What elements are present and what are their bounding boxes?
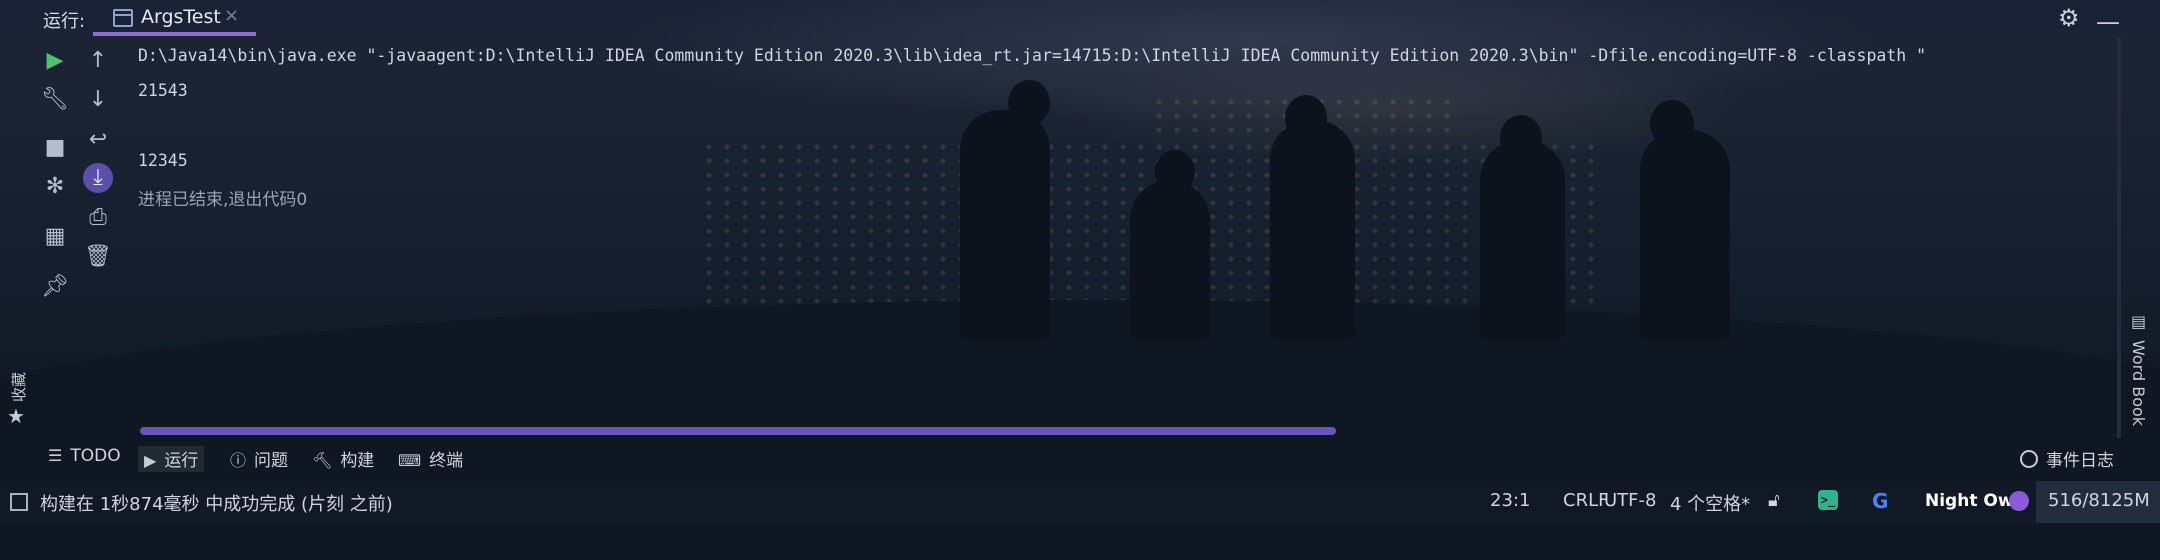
gear-icon[interactable]: ⚙ [2058,4,2080,32]
minimize-icon[interactable]: — [2096,8,2120,36]
tab-underline [93,32,256,36]
list-icon: ☰ [48,446,63,465]
print-icon[interactable]: ⎙ [83,203,113,233]
word-book-label: Word Book [2129,340,2148,427]
console-tab-icon [113,9,133,27]
vertical-scrollbar-track[interactable] [2117,38,2121,438]
memory-label: 516/8125M [2048,490,2150,511]
pin-icon[interactable]: 📌︎ [40,272,70,302]
event-log-label: 事件日志 [2046,451,2114,471]
trash-icon[interactable]: 🗑︎ [83,242,113,272]
star-icon: ★ [7,404,25,428]
indent-setting[interactable]: 4 个空格* [1670,490,1750,516]
tool-window-run[interactable]: ▶ 运行 [138,446,205,472]
info-icon: ⓘ [230,451,247,470]
status-message[interactable]: 构建在 1秒874毫秒 中成功完成 (片刻 之前) [40,490,393,516]
tool-window-problems[interactable]: ⓘ 问题 [224,446,294,472]
line-separator[interactable]: CRLF [1563,490,1608,511]
soft-wrap-icon[interactable]: ↩ [83,125,113,155]
file-encoding[interactable]: UTF-8 [1604,490,1656,511]
run-tab-label: 运行 [164,451,199,471]
debug-gear-icon[interactable]: ✻ [40,172,70,202]
toggle-tool-windows-icon[interactable] [10,493,28,511]
console-line-output: 12345 [138,151,188,170]
tab-argstest[interactable]: ArgsTest × [93,0,256,36]
tool-window-todo[interactable]: ☰ TODO [42,446,127,472]
sidebar-item-word-book[interactable]: ▤ Word Book [2122,312,2152,432]
tool-window-build[interactable]: 🔨︎ 构建 [306,446,380,472]
arrow-up-icon[interactable]: ↑ [83,46,113,76]
terminal-plugin-icon[interactable]: >_ [1818,490,1838,510]
run-icon: ▶ [144,451,157,470]
sidebar-item-favorites[interactable]: 收藏 ★ [0,360,34,430]
caret-position[interactable]: 23:1 [1490,490,1530,511]
tool-window-bar: ☰ TODO ▶ 运行 ⓘ 问题 🔨︎ 构建 ⌨ 终端 [0,440,2160,476]
hammer-icon: 🔨︎ [312,451,333,470]
tab-label: ArgsTest [141,6,221,28]
build-label: 构建 [340,451,375,471]
status-bar: 构建在 1秒874毫秒 中成功完成 (片刻 之前) 23:1 CRLF UTF-… [0,481,2160,523]
scroll-to-end-icon[interactable]: ⤓ [83,163,113,193]
wrench-icon[interactable]: 🔧︎ [40,85,70,115]
book-icon: ▤ [2131,312,2147,331]
console-line-output: 21543 [138,81,188,100]
theme-indicator-icon[interactable] [2009,491,2029,511]
unlock-icon[interactable]: 🔓︎ [1768,490,1780,511]
horizontal-scrollbar[interactable] [140,427,1336,435]
todo-label: TODO [70,446,121,466]
problems-label: 问题 [254,451,289,471]
memory-indicator[interactable]: 516/8125M [2036,481,2160,523]
run-tool-window-header: 运行: ArgsTest × ⚙ — [0,0,2160,38]
run-label: 运行: [43,11,86,32]
close-icon[interactable]: × [224,5,239,26]
tool-window-terminal[interactable]: ⌨ 终端 [392,446,469,472]
console-line-exit: 进程已结束,退出代码0 [138,190,308,210]
console-line-command: D:\Java14\bin\java.exe "-javaagent:D:\In… [138,46,1927,65]
google-icon[interactable]: G [1872,489,1888,513]
terminal-icon: ⌨ [398,451,422,470]
terminal-label: 终端 [429,451,464,471]
rerun-icon[interactable]: ▶ [40,46,70,76]
layout-icon[interactable]: ▦ [40,222,70,252]
stop-icon[interactable]: ■ [40,133,70,163]
arrow-down-icon[interactable]: ↓ [83,85,113,115]
favorites-label: 收藏 [10,371,28,402]
event-log-icon [2020,450,2038,468]
theme-name[interactable]: Night Owl [1925,491,2019,511]
tool-window-event-log[interactable]: 事件日志 [2020,446,2114,471]
